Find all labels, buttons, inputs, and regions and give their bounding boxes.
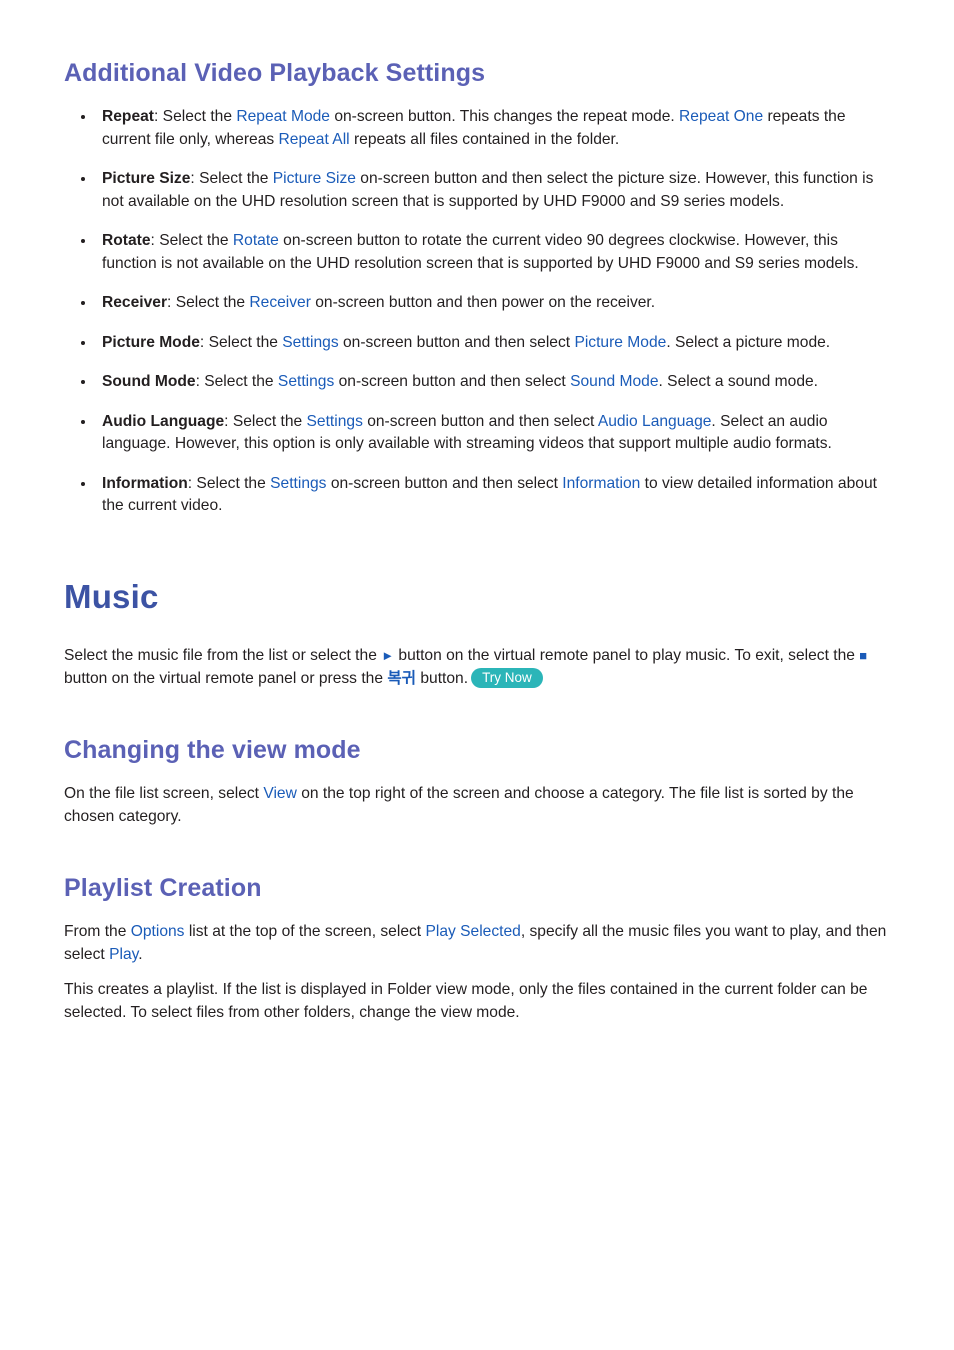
body-text: : Select the — [195, 373, 278, 390]
body-text: list at the top of the screen, select — [184, 923, 426, 941]
body-text: button on the virtual remote panel or pr… — [64, 669, 388, 687]
body-text: . Select a sound mode. — [658, 373, 819, 390]
list-item-term: Rotate — [102, 232, 151, 249]
inline-link[interactable]: Repeat All — [279, 131, 350, 148]
inline-link[interactable]: Picture Mode — [574, 334, 666, 351]
section-title-playlist-creation: Playlist Creation — [64, 874, 262, 903]
list-item-term: Sound Mode — [102, 373, 196, 390]
body-text: Select the music file from the list or s… — [64, 647, 382, 665]
body-text: From the — [64, 923, 131, 941]
inline-link[interactable]: Play — [109, 946, 138, 963]
list-item: Picture Mode: Select the Settings on-scr… — [64, 332, 894, 355]
body-text: : Select the — [154, 108, 237, 125]
list-item: Receiver: Select the Receiver on-screen … — [64, 292, 894, 315]
body-text: on-screen button and then power on the r… — [310, 294, 656, 311]
body-text: : Select the — [199, 333, 283, 351]
play-icon: ► — [381, 648, 395, 664]
return-key-label: 복귀 — [387, 669, 417, 687]
inline-link[interactable]: Settings — [270, 475, 326, 492]
body-text: . — [138, 945, 143, 963]
body-text: : Select the — [167, 294, 250, 311]
list-item: Picture Size: Select the Picture Size on… — [64, 168, 894, 213]
chapter-title-music: Music — [64, 577, 159, 615]
body-text: : Select the — [150, 232, 233, 249]
body-text: . Select a picture mode. — [666, 333, 831, 351]
body-text: This creates a playlist. If the list is … — [64, 981, 868, 1021]
inline-link[interactable]: Information — [562, 475, 640, 492]
list-item-term: Picture Mode — [102, 333, 200, 351]
inline-link[interactable]: Settings — [282, 334, 338, 351]
body-text: button on the virtual remote panel to pl… — [394, 647, 860, 665]
body-text: on-screen button. This changes the repea… — [329, 108, 680, 125]
body-text: on-screen button and then select — [362, 412, 598, 430]
page-title: Additional Video Playback Settings — [64, 59, 486, 87]
body-text: : Select the — [190, 170, 273, 187]
list-item: Audio Language: Select the Settings on-s… — [64, 411, 894, 456]
inline-link[interactable]: View — [263, 785, 297, 802]
stop-icon: ■ — [859, 648, 868, 664]
body-text: on-screen button and then select — [326, 474, 563, 492]
list-item-term: Repeat — [102, 108, 154, 125]
inline-link[interactable]: Receiver — [249, 294, 311, 311]
body-text: button. — [416, 669, 469, 687]
inline-link[interactable]: Settings — [307, 413, 363, 430]
inline-link[interactable]: Play Selected — [425, 923, 520, 940]
inline-link[interactable]: Repeat Mode — [236, 108, 330, 125]
document-page: Additional Video Playback Settings Repea… — [0, 0, 954, 1350]
paragraph: On the file list screen, select View on … — [64, 783, 894, 828]
list-item-term: Information — [102, 474, 188, 492]
paragraph: From the Options list at the top of the … — [64, 921, 894, 966]
list-item: Sound Mode: Select the Settings on-scree… — [64, 371, 894, 394]
body-text: On the file list screen, select — [64, 785, 264, 803]
list-item-term: Audio Language — [102, 412, 225, 430]
inline-link[interactable]: Options — [131, 923, 185, 940]
list-item-term: Receiver — [102, 294, 168, 311]
inline-link[interactable]: Settings — [278, 373, 334, 390]
list-item: Information: Select the Settings on-scre… — [64, 473, 894, 518]
body-text: repeats all files contained in the folde… — [349, 130, 620, 148]
body-text: on-screen button and then select — [338, 333, 575, 351]
music-intro-paragraph: Select the music file from the list or s… — [64, 645, 894, 690]
list-item: Repeat: Select the Repeat Mode on-screen… — [64, 106, 894, 151]
inline-link[interactable]: Audio Language — [598, 413, 712, 430]
playlist-body: From the Options list at the top of the … — [64, 921, 894, 1024]
try-now-badge[interactable]: Try Now — [471, 667, 543, 688]
list-item-term: Picture Size — [102, 170, 191, 187]
list-item: Rotate: Select the Rotate on-screen butt… — [64, 230, 894, 275]
body-text: on-screen button and then select — [334, 373, 571, 390]
paragraph: This creates a playlist. If the list is … — [64, 979, 894, 1024]
inline-link[interactable]: Rotate — [233, 232, 279, 249]
body-text: : Select the — [224, 412, 307, 430]
video-settings-list: Repeat: Select the Repeat Mode on-screen… — [64, 106, 894, 518]
inline-link[interactable]: Sound Mode — [570, 373, 658, 390]
inline-link[interactable]: Repeat One — [679, 108, 763, 125]
inline-link[interactable]: Picture Size — [273, 170, 356, 187]
body-text: : Select the — [187, 474, 271, 492]
view-mode-body: On the file list screen, select View on … — [64, 783, 894, 828]
section-title-view-mode: Changing the view mode — [64, 736, 361, 765]
